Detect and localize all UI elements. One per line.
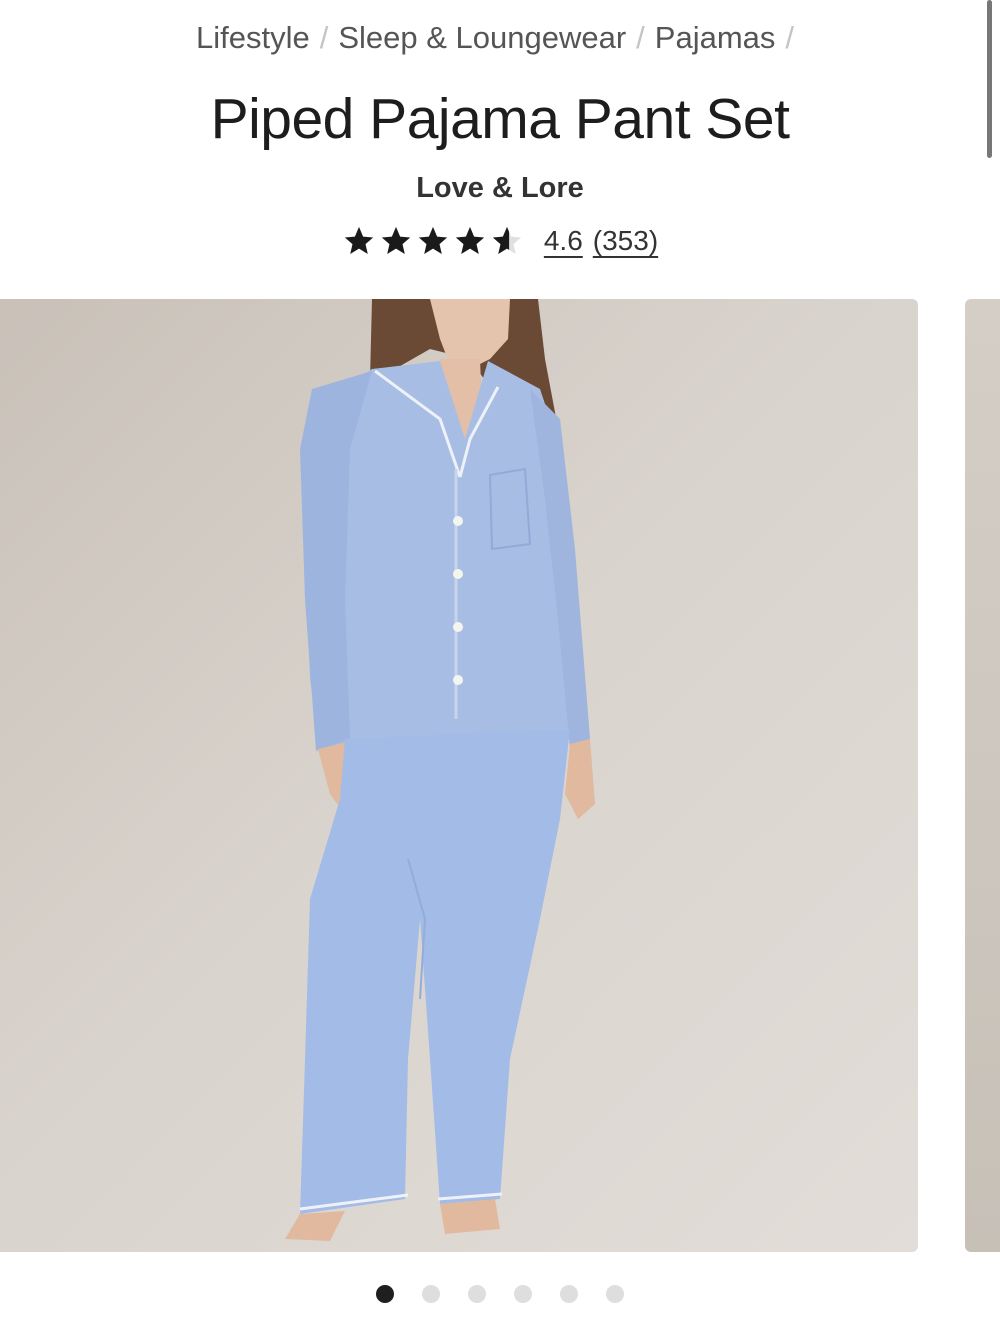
star-half-icon xyxy=(492,226,522,255)
carousel-dot-3[interactable] xyxy=(468,1285,486,1303)
breadcrumb-sleep-loungewear[interactable]: Sleep & Loungewear xyxy=(338,20,626,55)
product-rating[interactable]: 4.6 (353) xyxy=(0,224,1000,258)
carousel-dot-6[interactable] xyxy=(606,1285,624,1303)
breadcrumb-separator: / xyxy=(785,20,795,55)
product-image[interactable] xyxy=(0,299,918,1252)
breadcrumb-separator: / xyxy=(636,20,645,55)
breadcrumb-separator: / xyxy=(319,20,329,55)
carousel-dot-4[interactable] xyxy=(514,1285,532,1303)
rating-summary[interactable]: 4.6 (353) xyxy=(544,225,658,257)
brand-link[interactable]: Love & Lore xyxy=(416,172,584,204)
product-title: Piped Pajama Pant Set xyxy=(210,87,790,151)
review-count[interactable]: (353) xyxy=(593,225,658,257)
breadcrumb-lifestyle[interactable]: Lifestyle xyxy=(196,20,310,55)
image-carousel-indicators xyxy=(0,1285,1000,1303)
next-image-preview[interactable] xyxy=(965,299,1000,1252)
carousel-dot-1[interactable] xyxy=(376,1285,394,1303)
star-full-icon xyxy=(381,226,411,255)
carousel-dot-2[interactable] xyxy=(422,1285,440,1303)
carousel-dot-5[interactable] xyxy=(560,1285,578,1303)
star-full-icon xyxy=(418,226,448,255)
breadcrumb: Lifestyle / Sleep & Loungewear / Pajamas / xyxy=(0,20,1000,56)
product-brand: Love & Lore xyxy=(0,172,1000,205)
star-full-icon xyxy=(455,226,485,255)
model-pajama-illustration xyxy=(285,299,595,1241)
star-rating xyxy=(342,224,524,258)
breadcrumb-pajamas[interactable]: Pajamas xyxy=(655,20,776,55)
rating-value[interactable]: 4.6 xyxy=(544,225,583,257)
star-full-icon xyxy=(344,226,374,255)
